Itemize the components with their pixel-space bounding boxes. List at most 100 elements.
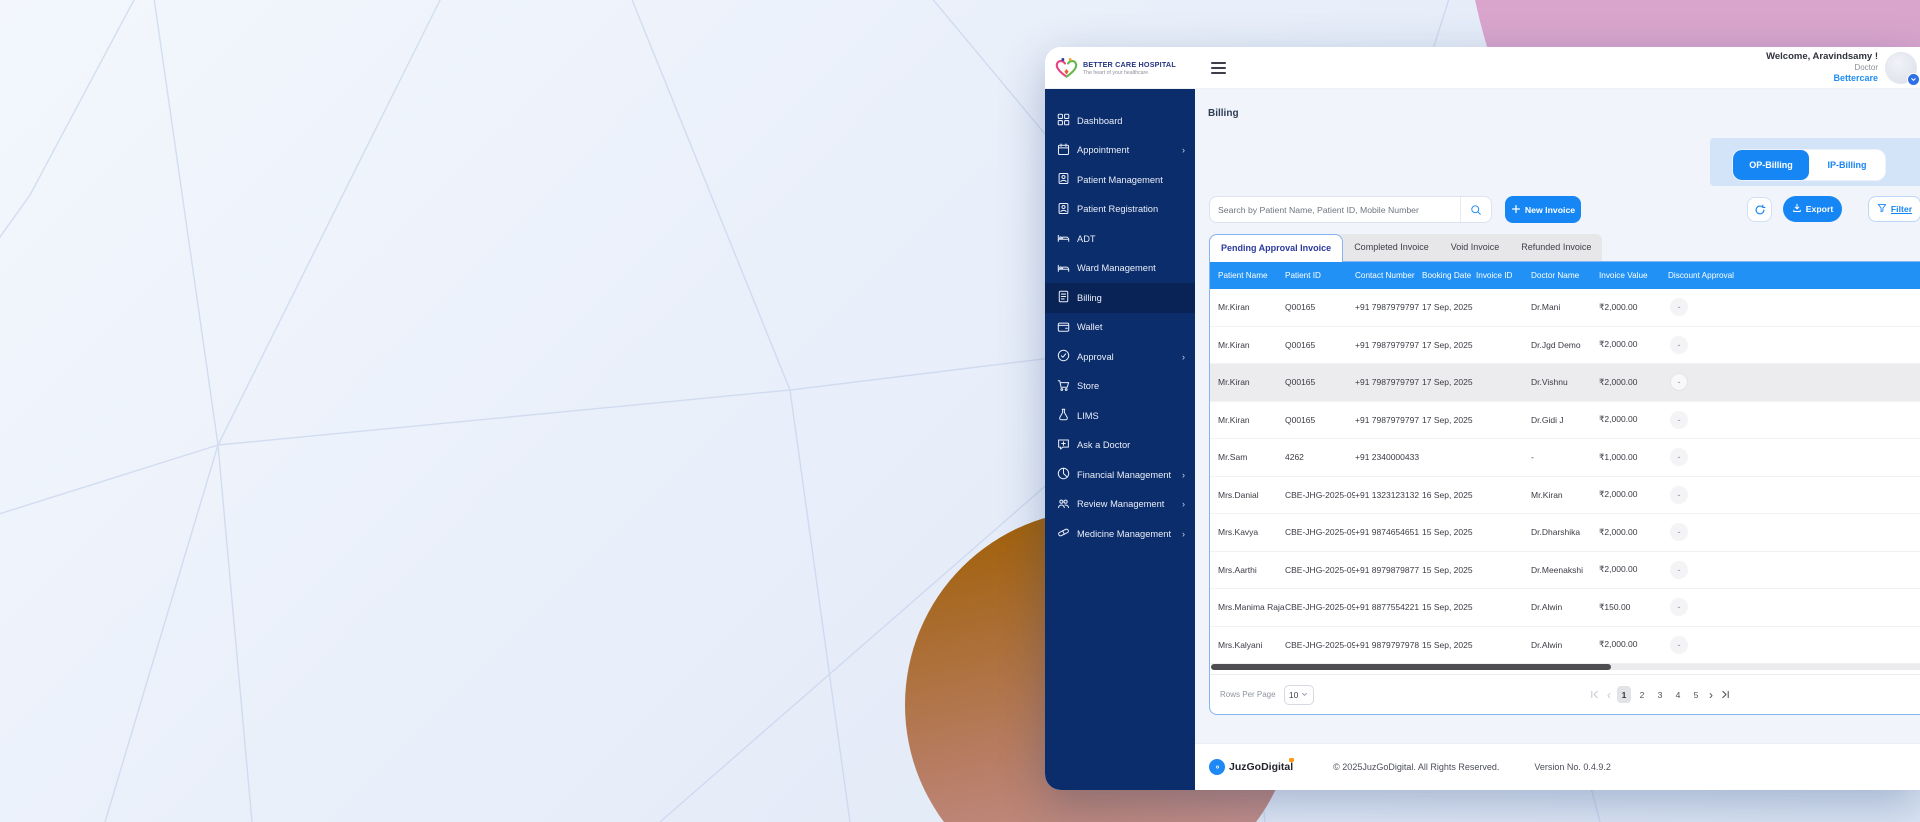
tab-void-invoice[interactable]: Void Invoice: [1440, 234, 1511, 261]
sidebar-item-patient-registration[interactable]: Patient Registration: [1045, 195, 1195, 225]
table-row[interactable]: Mr.Kiran Q00165 +91 7987979797 17 Sep, 2025…: [1210, 326, 1920, 364]
grid-icon: [1057, 113, 1070, 128]
column-header-patient-id: Patient ID: [1285, 271, 1321, 280]
welcome-text: Welcome, Aravindsamy !: [1766, 50, 1878, 62]
table-row[interactable]: Mr.Sam 4262 +91 2340000433 - ₹1,000.00 -: [1210, 439, 1920, 477]
cell-booking-date: 17 Sep, 2025: [1422, 339, 1473, 350]
toggle-op-billing[interactable]: OP-Billing: [1733, 150, 1809, 180]
cell-doctor: Dr.Alwin: [1531, 602, 1563, 613]
previous-page-icon[interactable]: ‹: [1606, 687, 1612, 703]
table-row[interactable]: Mrs.Aarthi CBE-JHG-2025-09-0+91 897987987…: [1210, 551, 1920, 589]
sidebar-item-store[interactable]: Store: [1045, 372, 1195, 402]
juzgodigital-logo-icon: ‹›: [1209, 759, 1225, 775]
sidebar-item-label: Ward Management: [1077, 263, 1156, 274]
cart-icon: [1057, 379, 1070, 394]
billing-type-toggle[interactable]: OP-Billing IP-Billing: [1733, 150, 1885, 180]
discount-approval-dash: -: [1670, 485, 1688, 504]
page-button-2[interactable]: 2: [1635, 686, 1649, 703]
chevron-right-icon: ›: [1182, 469, 1185, 480]
sidebar-item-approval[interactable]: Approval ›: [1045, 342, 1195, 372]
sidebar-item-dashboard[interactable]: Dashboard: [1045, 106, 1195, 136]
first-page-icon[interactable]: [1588, 687, 1601, 703]
chevron-right-icon: ›: [1182, 528, 1185, 539]
toggle-ip-billing[interactable]: IP-Billing: [1809, 150, 1885, 180]
sidebar-item-label: Financial Management: [1077, 469, 1172, 480]
sidebar-item-patient-management[interactable]: Patient Management: [1045, 165, 1195, 195]
brand-tagline: The heart of your healthcare: [1083, 69, 1149, 76]
page-button-1[interactable]: 1: [1617, 686, 1631, 703]
tab-pending-approval-invoice[interactable]: Pending Approval Invoice: [1209, 234, 1344, 262]
cell-patient-name: Mr.Kiran: [1218, 302, 1250, 313]
cell-doctor: -: [1531, 452, 1534, 463]
discount-approval-dash: -: [1670, 635, 1688, 654]
export-button[interactable]: Export: [1783, 196, 1842, 222]
table-row[interactable]: Mr.Kiran Q00165 +91 7987979797 17 Sep, 2025…: [1210, 289, 1920, 327]
cell-doctor: Dr.Vishnu: [1531, 377, 1568, 388]
pill-icon: [1057, 526, 1070, 541]
main-content: Billing OP-BillingIP-Billing New Invoice…: [1195, 89, 1920, 743]
pagination-controls: ‹ 12345 ›: [1588, 686, 1732, 703]
sidebar-item-appointment[interactable]: Appointment ›: [1045, 136, 1195, 166]
last-page-icon[interactable]: [1719, 687, 1732, 703]
column-header-discount-approval: Discount Approval: [1668, 271, 1734, 280]
column-header-booking-date: Booking Date: [1422, 271, 1472, 280]
sidebar-item-medicine-management[interactable]: Medicine Management ›: [1045, 519, 1195, 549]
column-header-contact-number: Contact Number: [1355, 271, 1415, 280]
new-invoice-button[interactable]: New Invoice: [1505, 196, 1581, 223]
search-icon[interactable]: [1460, 197, 1491, 222]
invoice-table-card: Patient Name Patient ID Contact Number Book…: [1209, 261, 1920, 715]
cell-doctor: Dr.Jgd Demo: [1531, 339, 1581, 350]
sidebar-item-ask-a-doctor[interactable]: Ask a Doctor: [1045, 431, 1195, 461]
horizontal-scrollbar-track[interactable]: [1211, 664, 1920, 670]
sidebar-item-financial-management[interactable]: Financial Management ›: [1045, 460, 1195, 490]
cell-contact: +91 9879797978: [1355, 639, 1420, 650]
table-row[interactable]: Mr.Kiran Q00165 +91 7987979797 17 Sep, 2025…: [1210, 364, 1920, 402]
sidebar-item-review-management[interactable]: Review Management ›: [1045, 490, 1195, 520]
table-row[interactable]: Mrs.Manima RajanCBE-JHG-2025-09-0+91 887…: [1210, 589, 1920, 627]
rows-per-page-select[interactable]: 10: [1283, 684, 1314, 705]
org-link[interactable]: Bettercare: [1766, 73, 1878, 84]
table-row[interactable]: Mr.Kiran Q00165 +91 7987979797 17 Sep, 2025…: [1210, 401, 1920, 439]
cell-invoice-value: ₹2,000.00: [1599, 339, 1638, 350]
user-menu[interactable]: Welcome, Aravindsamy ! Doctor Bettercare: [1766, 50, 1920, 86]
sidebar-item-ward-management[interactable]: Ward Management: [1045, 254, 1195, 284]
tab-completed-invoice[interactable]: Completed Invoice: [1343, 234, 1440, 261]
refresh-button[interactable]: [1747, 197, 1772, 222]
avatar[interactable]: [1885, 51, 1920, 86]
footer-brand: JuzGoDigital: [1229, 758, 1295, 773]
tab-refunded-invoice[interactable]: Refunded Invoice: [1510, 234, 1602, 261]
sidebar-item-billing[interactable]: Billing: [1045, 283, 1195, 313]
cell-patient-id: CBE-JHG-2025-09-0: [1285, 564, 1355, 575]
cell-patient-name: Mrs.Manima Rajan: [1218, 602, 1285, 613]
page-button-4[interactable]: 4: [1671, 686, 1685, 703]
horizontal-scrollbar-thumb[interactable]: [1211, 664, 1611, 670]
cell-doctor: Dr.Gidi J: [1531, 414, 1564, 425]
filter-button[interactable]: Filter: [1868, 196, 1920, 222]
bed-icon: [1057, 231, 1070, 246]
file-icon: [1057, 290, 1070, 305]
sidebar-item-wallet[interactable]: Wallet: [1045, 313, 1195, 343]
idcard-icon: [1057, 202, 1070, 217]
sidebar-item-label: Approval: [1077, 351, 1114, 362]
sidebar-item-adt[interactable]: ADT: [1045, 224, 1195, 254]
next-page-icon[interactable]: ›: [1708, 687, 1714, 703]
discount-approval-dash: -: [1670, 410, 1688, 429]
page-button-5[interactable]: 5: [1689, 686, 1703, 703]
page-title: Billing: [1208, 108, 1239, 119]
page-button-3[interactable]: 3: [1653, 686, 1667, 703]
calendar-icon: [1057, 143, 1070, 158]
table-row[interactable]: Mrs.Kalyani CBE-JHG-2025-09-0+91 98797979…: [1210, 626, 1920, 664]
wallet-icon: [1057, 320, 1070, 335]
table-row[interactable]: Mrs.Danial CBE-JHG-2025-09-0+91 132312313…: [1210, 476, 1920, 514]
search-input[interactable]: [1210, 197, 1460, 222]
chevron-right-icon: ›: [1182, 351, 1185, 362]
table-row[interactable]: Mrs.Kavya CBE-JHG-2025-09-0+91 9874654651…: [1210, 514, 1920, 552]
hamburger-menu-icon[interactable]: [1211, 61, 1226, 74]
chevron-down-icon[interactable]: [1907, 72, 1920, 86]
cell-patient-name: Mr.Sam: [1218, 452, 1248, 463]
sidebar-item-lims[interactable]: LIMS: [1045, 401, 1195, 431]
sidebar-item-label: Patient Management: [1077, 174, 1163, 185]
copyright-text: © 2025JuzGoDigital. All Rights Reserved.: [1333, 762, 1500, 772]
cell-invoice-value: ₹1,000.00: [1599, 451, 1638, 462]
cell-patient-name: Mr.Kiran: [1218, 339, 1250, 350]
